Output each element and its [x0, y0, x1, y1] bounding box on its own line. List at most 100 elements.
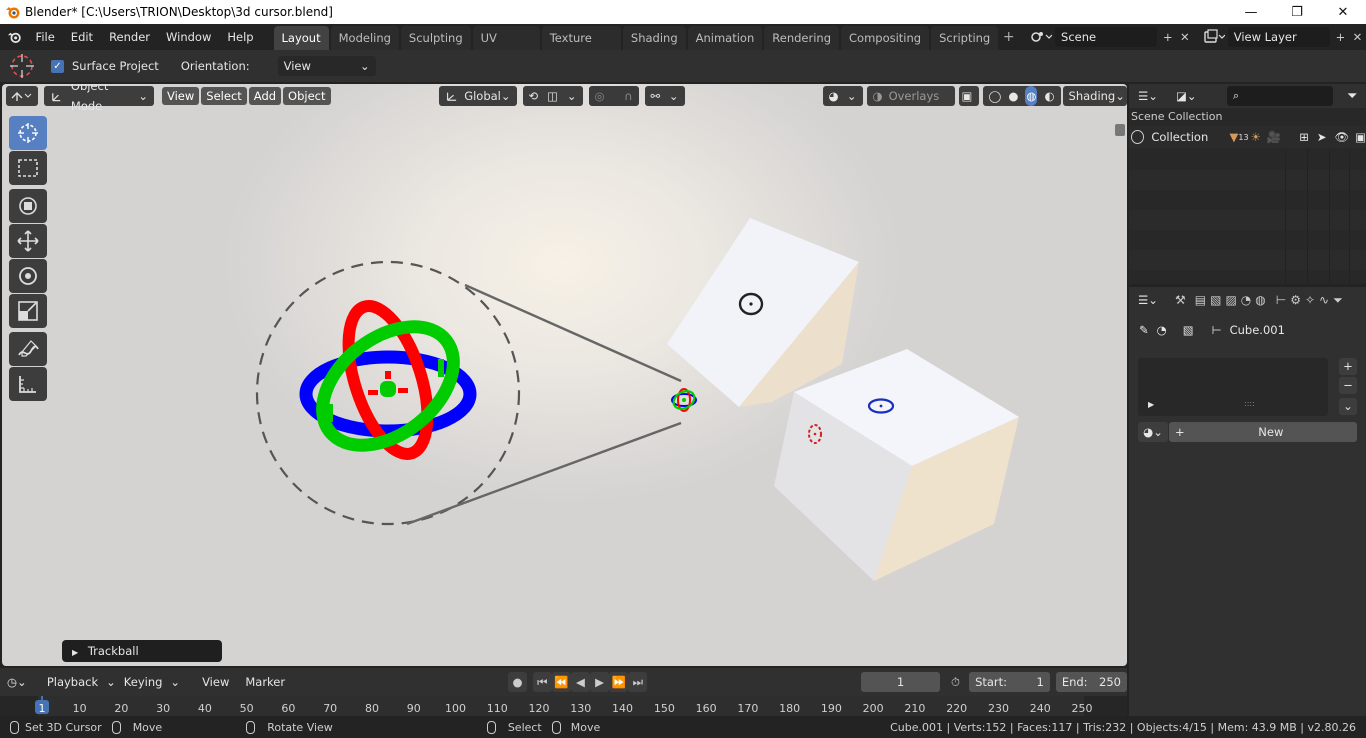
- menu-window[interactable]: Window: [158, 24, 219, 50]
- tool-tab-icon[interactable]: ⚒: [1175, 293, 1186, 307]
- scene-name-field[interactable]: Scene: [1055, 27, 1158, 47]
- proportional-edit-dropdown[interactable]: ◎ ∩: [588, 86, 639, 106]
- properties-editor-type[interactable]: ☰⌄: [1135, 290, 1167, 310]
- tab-modeling[interactable]: Modeling: [330, 26, 399, 50]
- tool-select-box[interactable]: [9, 151, 47, 185]
- viewport-gizmo-toggle-icon[interactable]: [1115, 124, 1125, 136]
- object-tab-icon[interactable]: ⊢: [1276, 293, 1286, 307]
- menu-edit[interactable]: Edit: [63, 24, 101, 50]
- slot-specials-button[interactable]: ⌄: [1339, 398, 1357, 415]
- display-mode-dropdown[interactable]: ◪⌄: [1173, 86, 1205, 106]
- timeline-menu-keying[interactable]: Keying: [116, 669, 171, 695]
- outliner-search-input[interactable]: ⌕: [1227, 86, 1333, 106]
- tool-measure[interactable]: [9, 367, 47, 401]
- timeline-editor-type[interactable]: ◷⌄: [4, 672, 35, 692]
- prev-keyframe-icon[interactable]: ⏪: [551, 672, 571, 692]
- resize-grip-icon[interactable]: ::::: [1244, 399, 1255, 408]
- tab-animation[interactable]: Animation: [687, 26, 763, 50]
- modifier-tab-icon[interactable]: ⚙: [1290, 293, 1301, 307]
- play-reverse-icon[interactable]: ◀: [570, 672, 591, 692]
- tab-scripting[interactable]: Scripting: [931, 26, 999, 50]
- world-tab-icon[interactable]: ◍: [1255, 293, 1265, 307]
- jump-start-icon[interactable]: ⏮: [532, 672, 552, 692]
- start-frame-field[interactable]: Start: 1: [969, 672, 1050, 692]
- shading-dropdown[interactable]: Shading ⌄: [1062, 86, 1127, 106]
- scene-selector-icon[interactable]: [1029, 27, 1053, 47]
- outliner-editor-type[interactable]: ☰⌄: [1135, 86, 1167, 106]
- tab-shading[interactable]: Shading: [622, 26, 686, 50]
- expand-triangle-icon[interactable]: ▶: [1148, 400, 1154, 409]
- viewport-menu-add[interactable]: Add: [248, 87, 282, 105]
- overlays-dropdown[interactable]: ◑ Overlays: [866, 86, 955, 106]
- viewport-menu-select[interactable]: Select: [201, 87, 247, 105]
- tab-layout[interactable]: Layout: [273, 26, 329, 50]
- close-button[interactable]: ✕: [1320, 0, 1366, 24]
- stopwatch-icon[interactable]: ⏱: [946, 672, 965, 692]
- end-frame-field[interactable]: End: 250: [1055, 672, 1127, 692]
- orientation-dropdown[interactable]: View ⌄: [277, 56, 376, 76]
- maximize-button[interactable]: ❐: [1274, 0, 1320, 24]
- tool-annotate[interactable]: [9, 332, 47, 366]
- output-tab-icon[interactable]: ▧: [1210, 293, 1221, 307]
- tab-uv-editing[interactable]: UV Editing: [472, 26, 540, 69]
- solid-shading-icon[interactable]: ●: [1008, 86, 1018, 106]
- timeline-menu-view[interactable]: View: [194, 669, 237, 695]
- timeline-menu-marker[interactable]: Marker: [237, 669, 293, 695]
- blender-menu-icon[interactable]: [2, 24, 28, 50]
- view-layer-selector-icon[interactable]: [1202, 27, 1226, 47]
- physics-tab-icon[interactable]: ∿: [1319, 293, 1329, 307]
- particles-tab-icon[interactable]: ✧: [1305, 293, 1315, 307]
- record-keyframe-icon[interactable]: ●: [507, 672, 528, 692]
- material-browse-button[interactable]: ◕⌄: [1138, 422, 1168, 442]
- view-layer-tab-icon[interactable]: ▨: [1225, 293, 1236, 307]
- filter-icon[interactable]: ⏷: [1347, 89, 1357, 104]
- remove-slot-button[interactable]: −: [1339, 377, 1357, 394]
- visibility-dropdown[interactable]: ◕ ⌄: [822, 86, 863, 106]
- viewport-menu-object[interactable]: Object: [283, 87, 331, 105]
- wireframe-shading-icon[interactable]: ◯: [989, 86, 1002, 106]
- eye-icon[interactable]: 👁: [1335, 130, 1350, 144]
- tab-texture-paint[interactable]: Texture Paint: [541, 26, 621, 69]
- menu-render[interactable]: Render: [101, 24, 158, 50]
- outliner-row-collection[interactable]: Collection ▼ 13 ☀ 🎥 ⊞ ➤ 👁 ▣: [1129, 126, 1366, 148]
- view-layer-name-field[interactable]: View Layer: [1227, 27, 1330, 47]
- tab-rendering[interactable]: Rendering: [764, 26, 839, 50]
- object-mode-dropdown[interactable]: Object Mode ⌄: [44, 84, 154, 113]
- exclude-checkbox-icon[interactable]: ⊞: [1299, 130, 1309, 144]
- cursor-tool-icon[interactable]: [7, 51, 37, 81]
- tool-cursor[interactable]: [9, 116, 47, 150]
- tool-scale[interactable]: [9, 294, 47, 328]
- render-camera-icon[interactable]: ▣: [1355, 130, 1366, 144]
- 3d-viewport[interactable]: Object Mode ⌄ View Select Add Object Glo…: [2, 84, 1127, 666]
- play-icon[interactable]: ▶: [590, 672, 610, 692]
- transform-orientation-dropdown[interactable]: Global ⌄: [438, 86, 517, 106]
- jump-end-icon[interactable]: ⏭: [628, 672, 648, 692]
- selectable-arrow-icon[interactable]: ➤: [1317, 130, 1327, 144]
- xray-toggle[interactable]: ▣: [958, 86, 979, 106]
- tool-rotate[interactable]: [9, 259, 47, 293]
- add-workspace-button[interactable]: +: [1000, 29, 1017, 45]
- trackball-panel[interactable]: ▶ Trackball: [62, 640, 222, 662]
- snapping-dropdown[interactable]: ⚯ ⌄: [644, 86, 685, 106]
- new-material-button[interactable]: + New: [1169, 422, 1357, 442]
- shading-modes[interactable]: ◯ ● ◍ ◐: [982, 86, 1061, 106]
- editor-type-dropdown[interactable]: [6, 86, 38, 106]
- tab-compositing[interactable]: Compositing: [841, 26, 930, 50]
- rendered-shading-icon[interactable]: ◐: [1044, 86, 1054, 106]
- material-slot-list[interactable]: ▶ ::::: [1138, 358, 1328, 416]
- delete-view-layer-icon[interactable]: ✕: [1349, 27, 1366, 47]
- viewport-menu-view[interactable]: View: [162, 87, 200, 105]
- pin-icon[interactable]: ✎: [1139, 323, 1149, 337]
- outliner-row-scene-collection[interactable]: Scene Collection: [1129, 108, 1366, 126]
- tab-sculpting[interactable]: Sculpting: [400, 26, 471, 50]
- tool-transform[interactable]: [9, 189, 47, 223]
- timeline-menu-playback[interactable]: Playback: [39, 669, 106, 695]
- tool-move[interactable]: [9, 224, 47, 258]
- next-keyframe-icon[interactable]: ⏩: [609, 672, 629, 692]
- add-slot-button[interactable]: +: [1339, 358, 1357, 375]
- minimize-button[interactable]: —: [1228, 0, 1274, 24]
- scene-tab-icon[interactable]: ◔: [1241, 293, 1251, 307]
- lookdev-shading-icon[interactable]: ◍: [1025, 86, 1038, 106]
- render-tab-icon[interactable]: ▤: [1195, 293, 1206, 307]
- surface-project-checkbox[interactable]: ✓: [51, 59, 64, 73]
